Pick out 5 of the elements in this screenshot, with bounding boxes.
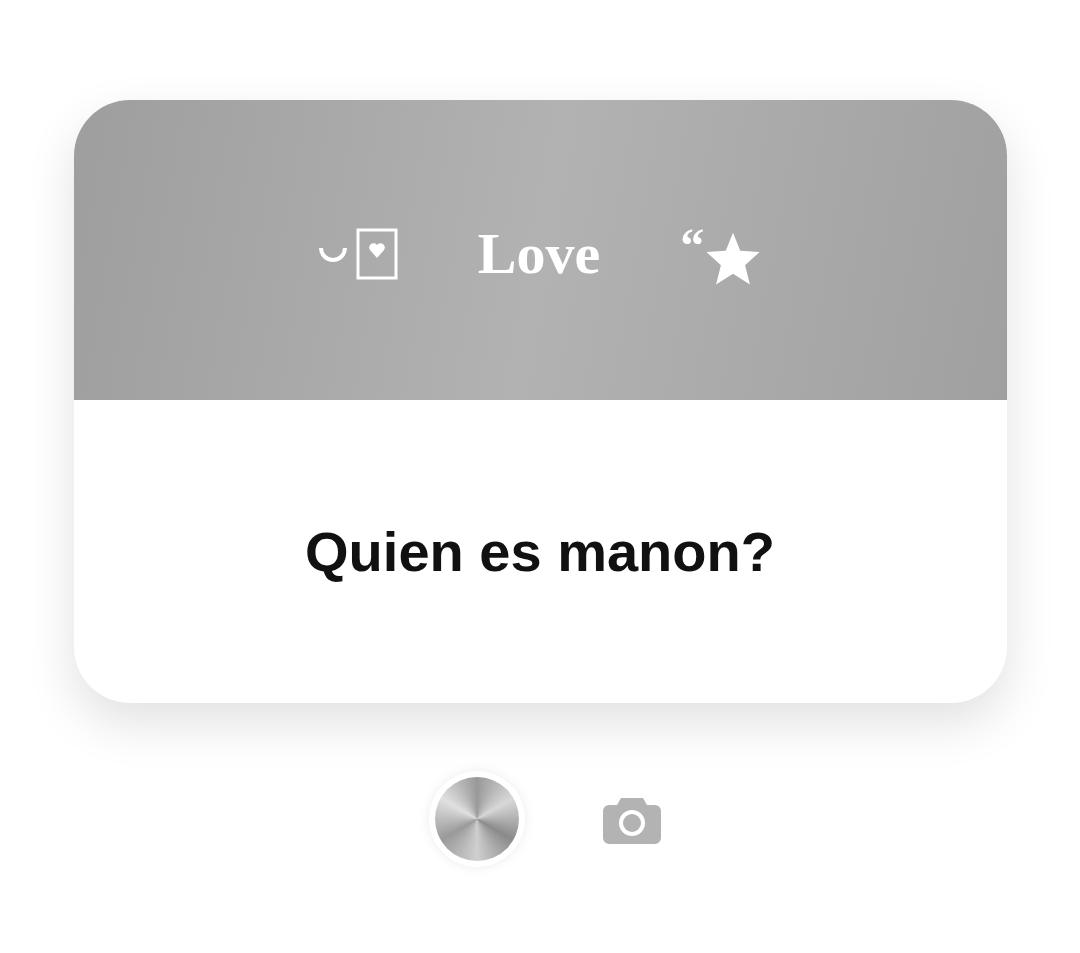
smile-icon [317,245,348,263]
question-text: Quien es manon? [305,523,775,580]
header-title: Love [477,225,601,283]
quote-mark: “ [680,222,705,270]
playing-card-icon [355,228,398,280]
